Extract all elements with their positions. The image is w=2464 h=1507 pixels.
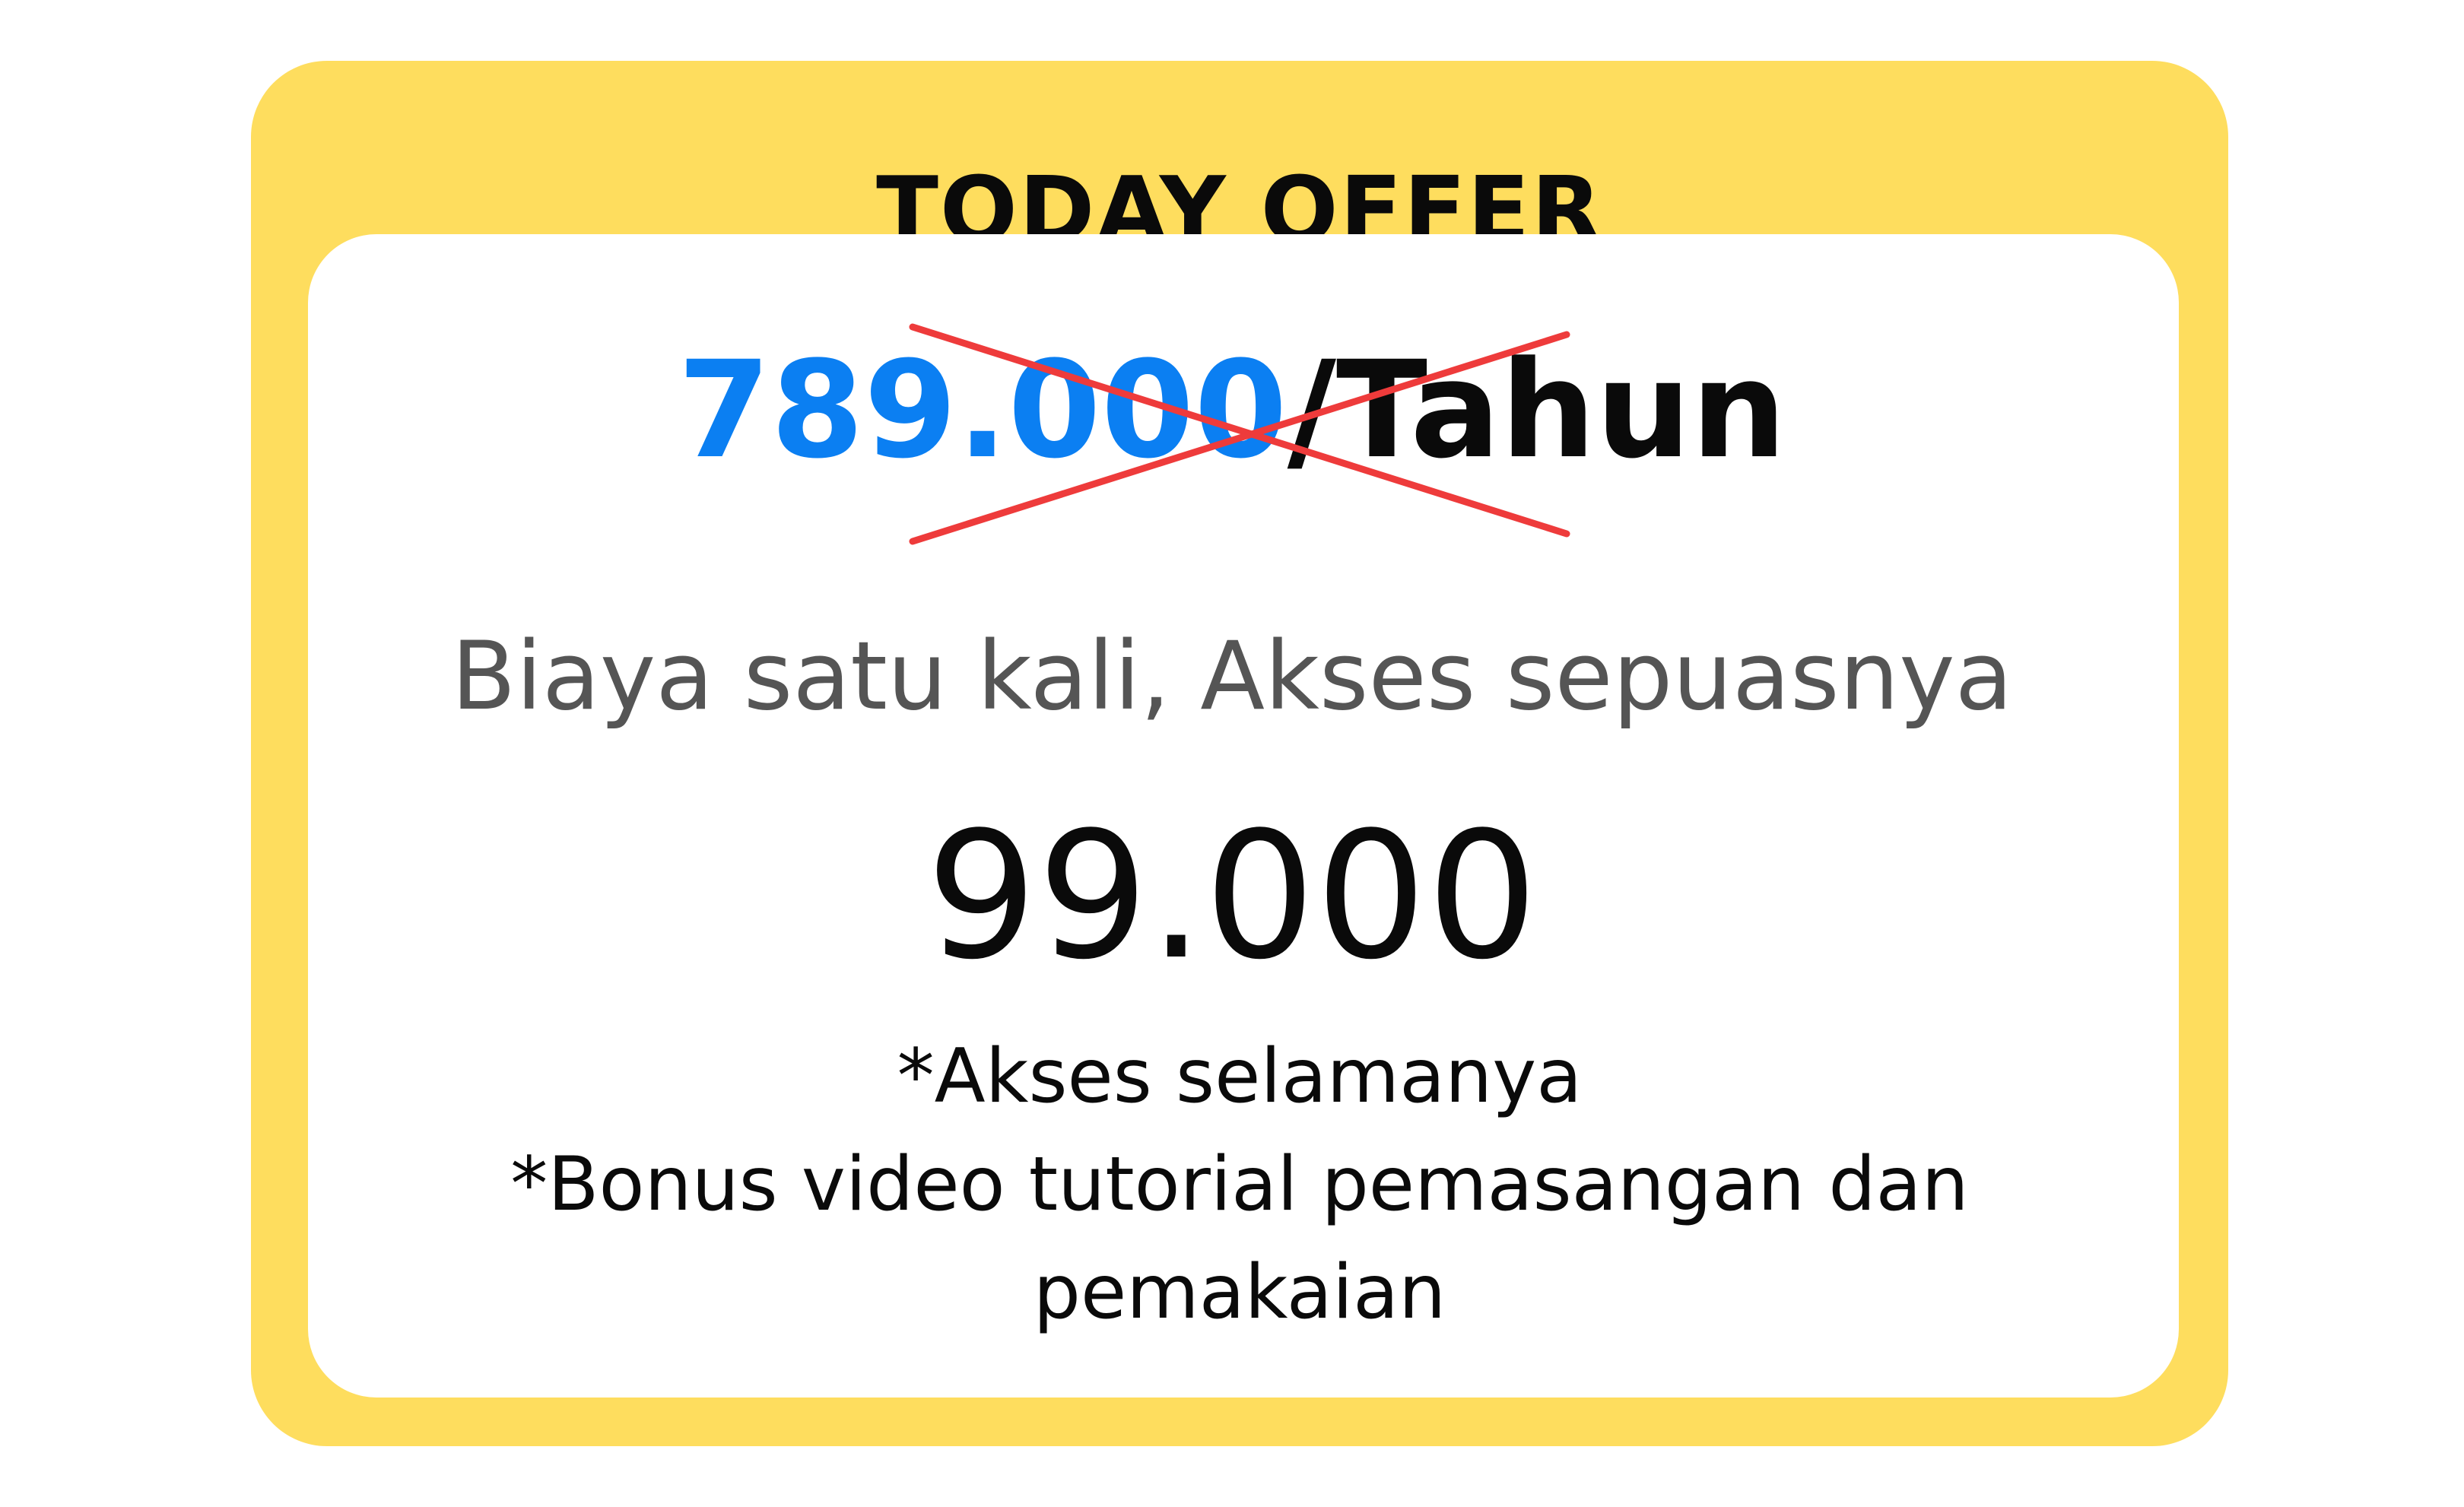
strikethrough-cross-icon xyxy=(909,323,1570,545)
offer-notes: *Akses selamanya *Bonus video tutorial p… xyxy=(426,1023,2053,1347)
tagline: Biaya satu kali, Akses sepuasnya xyxy=(451,622,2013,731)
note-bonus-tutorial: *Bonus video tutorial pemasangan dan pem… xyxy=(510,1141,1969,1336)
new-price: 99.000 xyxy=(926,795,1538,998)
note-lifetime-access: *Akses selamanya xyxy=(897,1033,1583,1120)
